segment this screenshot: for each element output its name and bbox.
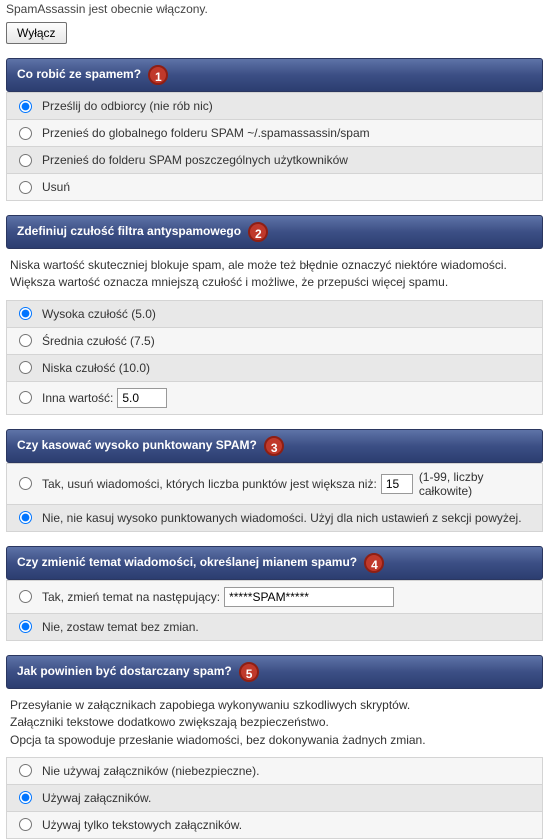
option-use-attachments[interactable]: Używaj załączników. [7, 784, 542, 811]
options-delete-high: Tak, usuń wiadomości, których liczba pun… [6, 463, 543, 532]
option-label: Nie, zostaw temat bez zmian. [42, 620, 199, 634]
option-label: Prześlij do odbiorcy (nie rób nic) [42, 99, 213, 113]
option-label: Usuń [42, 180, 70, 194]
radio-rewrite-no[interactable] [19, 620, 32, 633]
section-header-sensitivity: Zdefiniuj czułość filtra antyspamowego 2 [6, 215, 543, 249]
badge-1: 1 [148, 65, 168, 85]
option-low-sensitivity[interactable]: Niska czułość (10.0) [7, 354, 542, 381]
option-label: Nie, nie kasuj wysoko punktowanych wiado… [42, 511, 522, 525]
custom-sensitivity-input[interactable] [117, 388, 167, 408]
radio-high-sensitivity[interactable] [19, 307, 32, 320]
option-move-user-spam[interactable]: Przenieś do folderu SPAM poszczególnych … [7, 146, 542, 173]
radio-delete[interactable] [19, 181, 32, 194]
option-label: Używaj załączników. [42, 791, 151, 805]
threshold-suffix: (1-99, liczby całkowite) [419, 470, 532, 498]
radio-delete-no[interactable] [19, 511, 32, 524]
section-title: Zdefiniuj czułość filtra antyspamowego [17, 224, 241, 238]
desc-line: Opcja ta spowoduje przesłanie wiadomości… [10, 733, 426, 747]
option-label: Inna wartość: [42, 391, 113, 405]
options-sensitivity: Wysoka czułość (5.0) Średnia czułość (7.… [6, 300, 543, 415]
option-rewrite-no[interactable]: Nie, zostaw temat bez zmian. [7, 613, 542, 640]
section-title: Czy kasować wysoko punktowany SPAM? [17, 438, 257, 452]
option-text-attachments[interactable]: Używaj tylko tekstowych załączników. [7, 811, 542, 838]
radio-send-to-recipient[interactable] [19, 100, 32, 113]
section-title: Jak powinien być dostarczany spam? [17, 664, 232, 678]
badge-4: 4 [364, 553, 384, 573]
option-label: Wysoka czułość (5.0) [42, 307, 156, 321]
option-send-to-recipient[interactable]: Prześlij do odbiorcy (nie rób nic) [7, 92, 542, 119]
options-spam-action: Prześlij do odbiorcy (nie rób nic) Przen… [6, 92, 543, 201]
desc-line: Przesyłanie w załącznikach zapobiega wyk… [10, 698, 410, 712]
option-rewrite-yes[interactable]: Tak, zmień temat na następujący: [7, 580, 542, 613]
status-text: SpamAssassin jest obecnie włączony. [0, 0, 549, 22]
sensitivity-description: Niska wartość skuteczniej blokuje spam, … [0, 249, 549, 300]
option-label: Tak, usuń wiadomości, których liczba pun… [42, 477, 377, 491]
section-title: Czy zmienić temat wiadomości, określanej… [17, 555, 357, 569]
option-move-global-spam[interactable]: Przenieś do globalnego folderu SPAM ~/.s… [7, 119, 542, 146]
toggle-button[interactable]: Wyłącz [6, 22, 67, 44]
delivery-description: Przesyłanie w załącznikach zapobiega wyk… [0, 689, 549, 757]
radio-medium-sensitivity[interactable] [19, 334, 32, 347]
score-threshold-input[interactable] [381, 474, 413, 494]
option-label: Używaj tylko tekstowych załączników. [42, 818, 242, 832]
radio-use-attachments[interactable] [19, 791, 32, 804]
badge-2: 2 [248, 222, 268, 242]
option-label: Nie używaj załączników (niebezpieczne). [42, 764, 259, 778]
option-label: Przenieś do folderu SPAM poszczególnych … [42, 153, 348, 167]
radio-rewrite-yes[interactable] [19, 590, 32, 603]
option-label: Tak, zmień temat na następujący: [42, 590, 220, 604]
radio-low-sensitivity[interactable] [19, 361, 32, 374]
option-delete[interactable]: Usuń [7, 173, 542, 200]
section-header-delivery: Jak powinien być dostarczany spam? 5 [6, 655, 543, 689]
radio-no-attachments[interactable] [19, 764, 32, 777]
options-delivery: Nie używaj załączników (niebezpieczne). … [6, 757, 543, 839]
option-label: Przenieś do globalnego folderu SPAM ~/.s… [42, 126, 370, 140]
radio-move-global-spam[interactable] [19, 127, 32, 140]
radio-custom-sensitivity[interactable] [19, 391, 32, 404]
option-medium-sensitivity[interactable]: Średnia czułość (7.5) [7, 327, 542, 354]
option-label: Niska czułość (10.0) [42, 361, 150, 375]
option-no-attachments[interactable]: Nie używaj załączników (niebezpieczne). [7, 757, 542, 784]
option-high-sensitivity[interactable]: Wysoka czułość (5.0) [7, 300, 542, 327]
desc-line: Niska wartość skuteczniej blokuje spam, … [10, 258, 507, 272]
option-custom-sensitivity[interactable]: Inna wartość: [7, 381, 542, 414]
radio-text-attachments[interactable] [19, 818, 32, 831]
radio-delete-yes[interactable] [19, 477, 32, 490]
option-delete-yes[interactable]: Tak, usuń wiadomości, których liczba pun… [7, 463, 542, 504]
desc-line: Załączniki tekstowe dodatkowo zwiększają… [10, 715, 329, 729]
section-title: Co robić ze spamem? [17, 67, 141, 81]
section-header-rewrite-subject: Czy zmienić temat wiadomości, określanej… [6, 546, 543, 580]
badge-3: 3 [264, 436, 284, 456]
subject-prefix-input[interactable] [224, 587, 394, 607]
desc-line: Większa wartość oznacza mniejszą czułość… [10, 275, 448, 289]
radio-move-user-spam[interactable] [19, 154, 32, 167]
badge-5: 5 [239, 662, 259, 682]
section-header-delete-high: Czy kasować wysoko punktowany SPAM? 3 [6, 429, 543, 463]
option-label: Średnia czułość (7.5) [42, 334, 155, 348]
section-header-spam-action: Co robić ze spamem? 1 [6, 58, 543, 92]
options-rewrite-subject: Tak, zmień temat na następujący: Nie, zo… [6, 580, 543, 641]
option-delete-no[interactable]: Nie, nie kasuj wysoko punktowanych wiado… [7, 504, 542, 531]
